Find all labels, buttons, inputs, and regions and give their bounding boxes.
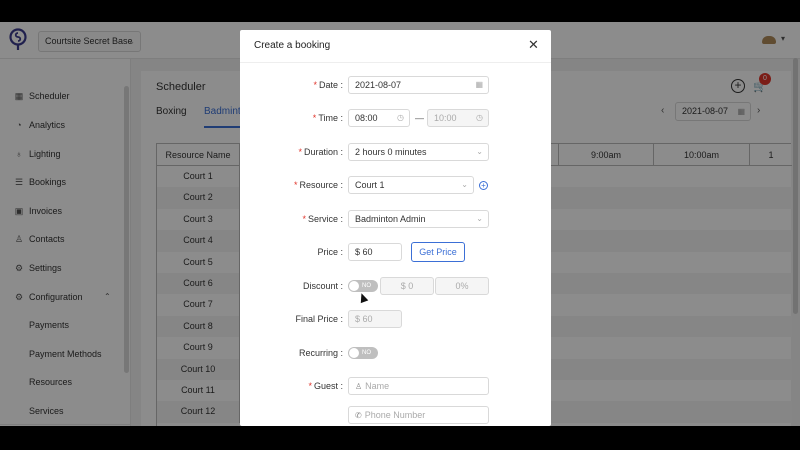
- guest-label: * Guest :: [308, 381, 343, 391]
- end-time-value: 10:00: [434, 113, 457, 123]
- date-label: * Date :: [313, 80, 343, 90]
- service-value: Badminton Admin: [355, 214, 426, 224]
- recurring-label: Recurring :: [298, 348, 343, 358]
- app-window: Courtsite Secret Base ⌄ ▾ ▦ Scheduler ◔ …: [0, 22, 800, 426]
- calendar-icon: ▦: [475, 80, 483, 89]
- chevron-down-icon: ⌄: [476, 214, 483, 223]
- resource-value: Court 1: [355, 180, 385, 190]
- discount-percent-input[interactable]: 0%: [435, 277, 489, 295]
- resource-label: * Resource :: [293, 180, 343, 190]
- divider: [240, 62, 551, 63]
- phone-icon: ✆: [355, 411, 362, 420]
- toggle-knob: [349, 348, 359, 358]
- add-resource-icon[interactable]: +: [479, 181, 488, 190]
- close-icon[interactable]: ✕: [528, 38, 539, 52]
- discount-label: Discount :: [302, 281, 343, 291]
- start-time-field[interactable]: 08:00 ◷: [348, 109, 410, 127]
- price-label: Price :: [317, 247, 343, 257]
- get-price-button[interactable]: Get Price: [411, 242, 465, 262]
- final-price-label: Final Price :: [295, 314, 343, 324]
- dialog-title: Create a booking: [254, 40, 331, 51]
- toggle-label: NO: [362, 283, 371, 289]
- chevron-down-icon: ⌄: [476, 147, 483, 156]
- date-field[interactable]: 2021-08-07 ▦: [348, 76, 489, 94]
- discount-amount-input[interactable]: $ 0: [380, 277, 434, 295]
- discount-toggle[interactable]: NO: [348, 280, 378, 292]
- clock-icon: ◷: [397, 113, 404, 122]
- duration-value: 2 hours 0 minutes: [355, 147, 427, 157]
- end-time-field[interactable]: 10:00 ◷: [427, 109, 489, 127]
- user-icon: ♙: [355, 382, 363, 391]
- time-label: * Time :: [312, 113, 343, 123]
- clock-icon: ◷: [476, 113, 483, 122]
- toggle-knob: [349, 281, 359, 291]
- duration-label: * Duration :: [298, 147, 343, 157]
- resource-select[interactable]: Court 1 ⌄: [348, 176, 474, 194]
- create-booking-dialog: Create a booking ✕ * Date : 2021-08-07 ▦ …: [240, 30, 551, 426]
- time-separator: —: [415, 113, 424, 123]
- toggle-label: NO: [362, 350, 371, 356]
- name-placeholder: Name: [365, 381, 390, 391]
- final-price-input[interactable]: $ 60: [348, 310, 402, 328]
- price-input[interactable]: $ 60: [348, 243, 402, 261]
- chevron-down-icon: ⌄: [461, 180, 468, 189]
- guest-phone-input[interactable]: ✆ Phone Number: [348, 406, 489, 424]
- service-select[interactable]: Badminton Admin ⌄: [348, 210, 489, 228]
- modal-overlay[interactable]: Create a booking ✕ * Date : 2021-08-07 ▦ …: [0, 22, 800, 426]
- phone-placeholder: Phone Number: [364, 410, 426, 420]
- duration-select[interactable]: 2 hours 0 minutes ⌄: [348, 143, 489, 161]
- start-time-value: 08:00: [355, 113, 378, 123]
- guest-name-input[interactable]: ♙ Name: [348, 377, 489, 395]
- service-label: * Service :: [302, 214, 343, 224]
- recurring-toggle[interactable]: NO: [348, 347, 378, 359]
- date-field-value: 2021-08-07: [355, 80, 402, 90]
